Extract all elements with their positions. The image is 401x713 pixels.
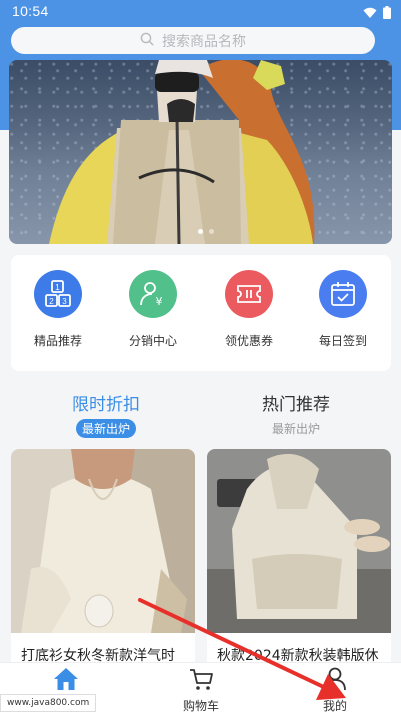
annotation-arrow xyxy=(138,598,346,700)
